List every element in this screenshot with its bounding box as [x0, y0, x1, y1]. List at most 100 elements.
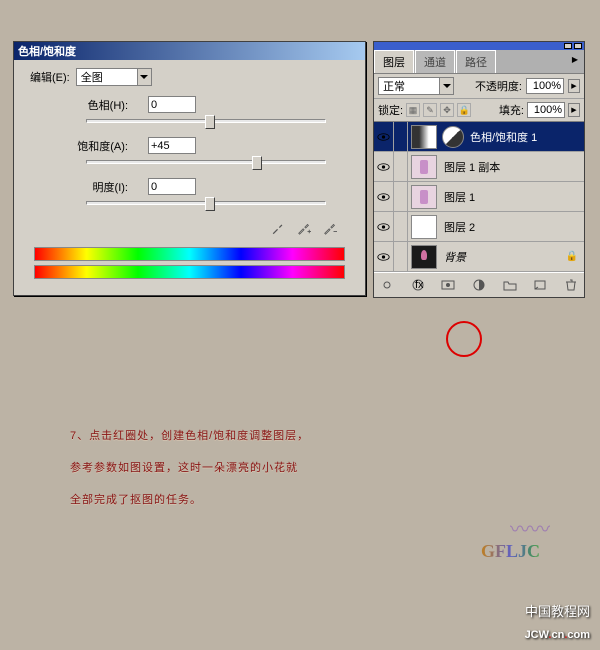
hue-label: 色相(H): — [26, 97, 136, 113]
saturation-slider[interactable] — [86, 160, 326, 164]
panel-window-controls — [374, 42, 584, 50]
logo-text: GFLJC — [481, 541, 540, 562]
watermark-url: JCW.cn.com — [525, 621, 590, 644]
new-group-icon[interactable] — [502, 277, 517, 293]
lock-move-icon[interactable]: ✥ — [440, 103, 454, 117]
eyedropper-group — [26, 219, 339, 237]
lightness-label: 明度(I): — [26, 179, 136, 195]
edit-dropdown[interactable]: 全图 — [76, 68, 152, 86]
fill-input[interactable] — [527, 102, 565, 118]
eyedropper-icon[interactable] — [269, 219, 287, 237]
lightness-slider-thumb[interactable] — [205, 197, 215, 211]
lock-label: 锁定: — [378, 102, 403, 118]
tutorial-caption: 7、点击红圈处，创建色相/饱和度调整图层， 参考参数如图设置，这时一朵漂亮的小花… — [70, 420, 550, 516]
lightness-input[interactable] — [148, 178, 196, 195]
dropdown-arrow-icon[interactable] — [439, 78, 453, 94]
dialog-title: 色相/饱和度 — [18, 43, 76, 59]
saturation-input[interactable] — [148, 137, 196, 154]
visibility-eye-icon[interactable] — [374, 122, 394, 152]
watermark-part: com — [567, 629, 590, 641]
layer-thumb[interactable] — [411, 155, 437, 179]
link-cell[interactable] — [394, 122, 408, 152]
new-layer-icon[interactable] — [533, 277, 548, 293]
link-cell[interactable] — [394, 212, 408, 242]
layer-name[interactable]: 背景 — [444, 249, 566, 265]
opacity-flyout-icon[interactable] — [568, 79, 580, 93]
hue-spectrum-top — [34, 247, 345, 261]
layer-mask-icon[interactable] — [441, 277, 456, 293]
minimize-icon[interactable] — [564, 43, 572, 49]
eyedropper-minus-icon[interactable] — [321, 219, 339, 237]
fill-label: 填充: — [499, 102, 524, 118]
link-cell[interactable] — [394, 152, 408, 182]
layer-row[interactable]: 图层 2 — [374, 212, 584, 242]
link-cell[interactable] — [394, 242, 408, 272]
panel-tabs: 图层 通道 路径 — [374, 50, 584, 74]
dropdown-arrow-icon[interactable] — [137, 69, 151, 85]
watermark-part: JCW — [525, 629, 549, 641]
caption-line: 7、点击红圈处，创建色相/饱和度调整图层， — [70, 420, 550, 452]
tab-channels[interactable]: 通道 — [415, 50, 455, 73]
dialog-titlebar[interactable]: 色相/饱和度 — [14, 42, 365, 60]
hue-saturation-dialog: 色相/饱和度 编辑(E): 全图 色相(H): 饱和度(A): 明度(I): — [13, 41, 366, 296]
adjustment-thumb-icon[interactable] — [442, 126, 464, 148]
saturation-row: 饱和度(A): — [26, 137, 353, 154]
hue-row: 色相(H): — [26, 96, 353, 113]
link-cell[interactable] — [394, 182, 408, 212]
lock-brush-icon[interactable]: ✎ — [423, 103, 437, 117]
edit-dropdown-value: 全图 — [77, 69, 137, 85]
opacity-input[interactable] — [526, 78, 564, 94]
lightness-slider[interactable] — [86, 201, 326, 205]
hue-slider-thumb[interactable] — [205, 115, 215, 129]
layer-row[interactable]: 图层 1 — [374, 182, 584, 212]
layer-mask-thumb[interactable] — [411, 125, 437, 149]
delete-layer-icon[interactable] — [563, 277, 578, 293]
lock-transparency-icon[interactable]: ▦ — [406, 103, 420, 117]
visibility-eye-icon[interactable] — [374, 152, 394, 182]
layer-thumb[interactable] — [411, 215, 437, 239]
layer-thumb[interactable] — [411, 245, 437, 269]
layer-name[interactable]: 图层 2 — [444, 219, 584, 235]
blend-mode-row: 正常 不透明度: — [374, 74, 584, 99]
watermark-cn: 中国教程网 — [525, 601, 590, 620]
layer-row[interactable]: 图层 1 副本 — [374, 152, 584, 182]
caption-line: 全部完成了抠图的任务。 — [70, 484, 550, 516]
dialog-body: 编辑(E): 全图 色相(H): 饱和度(A): 明度(I): — [14, 60, 365, 295]
hue-spectrum-bottom — [34, 265, 345, 279]
layer-list: 色相/饱和度 1 图层 1 副本 图层 1 图层 2 背景 🔒 — [374, 122, 584, 272]
logo-ornament: 〰〰 — [510, 513, 550, 542]
panel-footer: fx — [374, 272, 584, 297]
watermark-part: cn — [551, 629, 564, 641]
tab-layers[interactable]: 图层 — [374, 50, 414, 73]
layer-row-adjustment[interactable]: 色相/饱和度 1 — [374, 122, 584, 152]
opacity-label: 不透明度: — [475, 78, 522, 94]
edit-row: 编辑(E): 全图 — [26, 68, 353, 86]
blend-mode-dropdown[interactable]: 正常 — [378, 77, 454, 95]
layer-style-icon[interactable]: fx — [411, 277, 426, 293]
layer-row-background[interactable]: 背景 🔒 — [374, 242, 584, 272]
tab-paths[interactable]: 路径 — [456, 50, 496, 73]
layer-name[interactable]: 图层 1 副本 — [444, 159, 584, 175]
visibility-eye-icon[interactable] — [374, 212, 394, 242]
lock-row: 锁定: ▦ ✎ ✥ 🔒 填充: — [374, 99, 584, 122]
layers-panel: 图层 通道 路径 正常 不透明度: 锁定: ▦ ✎ ✥ 🔒 填充: 色相/饱和度… — [373, 41, 585, 298]
layer-name[interactable]: 图层 1 — [444, 189, 584, 205]
adjustment-layer-icon[interactable] — [472, 277, 487, 293]
hue-slider[interactable] — [86, 119, 326, 123]
visibility-eye-icon[interactable] — [374, 182, 394, 212]
link-layers-icon[interactable] — [380, 277, 395, 293]
visibility-eye-icon[interactable] — [374, 242, 394, 272]
panel-menu-icon[interactable] — [566, 50, 584, 73]
close-icon[interactable] — [574, 43, 582, 49]
caption-line: 参考参数如图设置，这时一朵漂亮的小花就 — [70, 452, 550, 484]
annotation-red-circle — [446, 321, 482, 357]
fill-flyout-icon[interactable] — [568, 103, 580, 117]
layer-thumb[interactable] — [411, 185, 437, 209]
saturation-slider-thumb[interactable] — [252, 156, 262, 170]
hue-input[interactable] — [148, 96, 196, 113]
lock-all-icon[interactable]: 🔒 — [457, 103, 471, 117]
layer-name[interactable]: 色相/饱和度 1 — [470, 129, 584, 145]
svg-text:fx: fx — [415, 279, 424, 291]
eyedropper-plus-icon[interactable] — [295, 219, 313, 237]
lightness-row: 明度(I): — [26, 178, 353, 195]
